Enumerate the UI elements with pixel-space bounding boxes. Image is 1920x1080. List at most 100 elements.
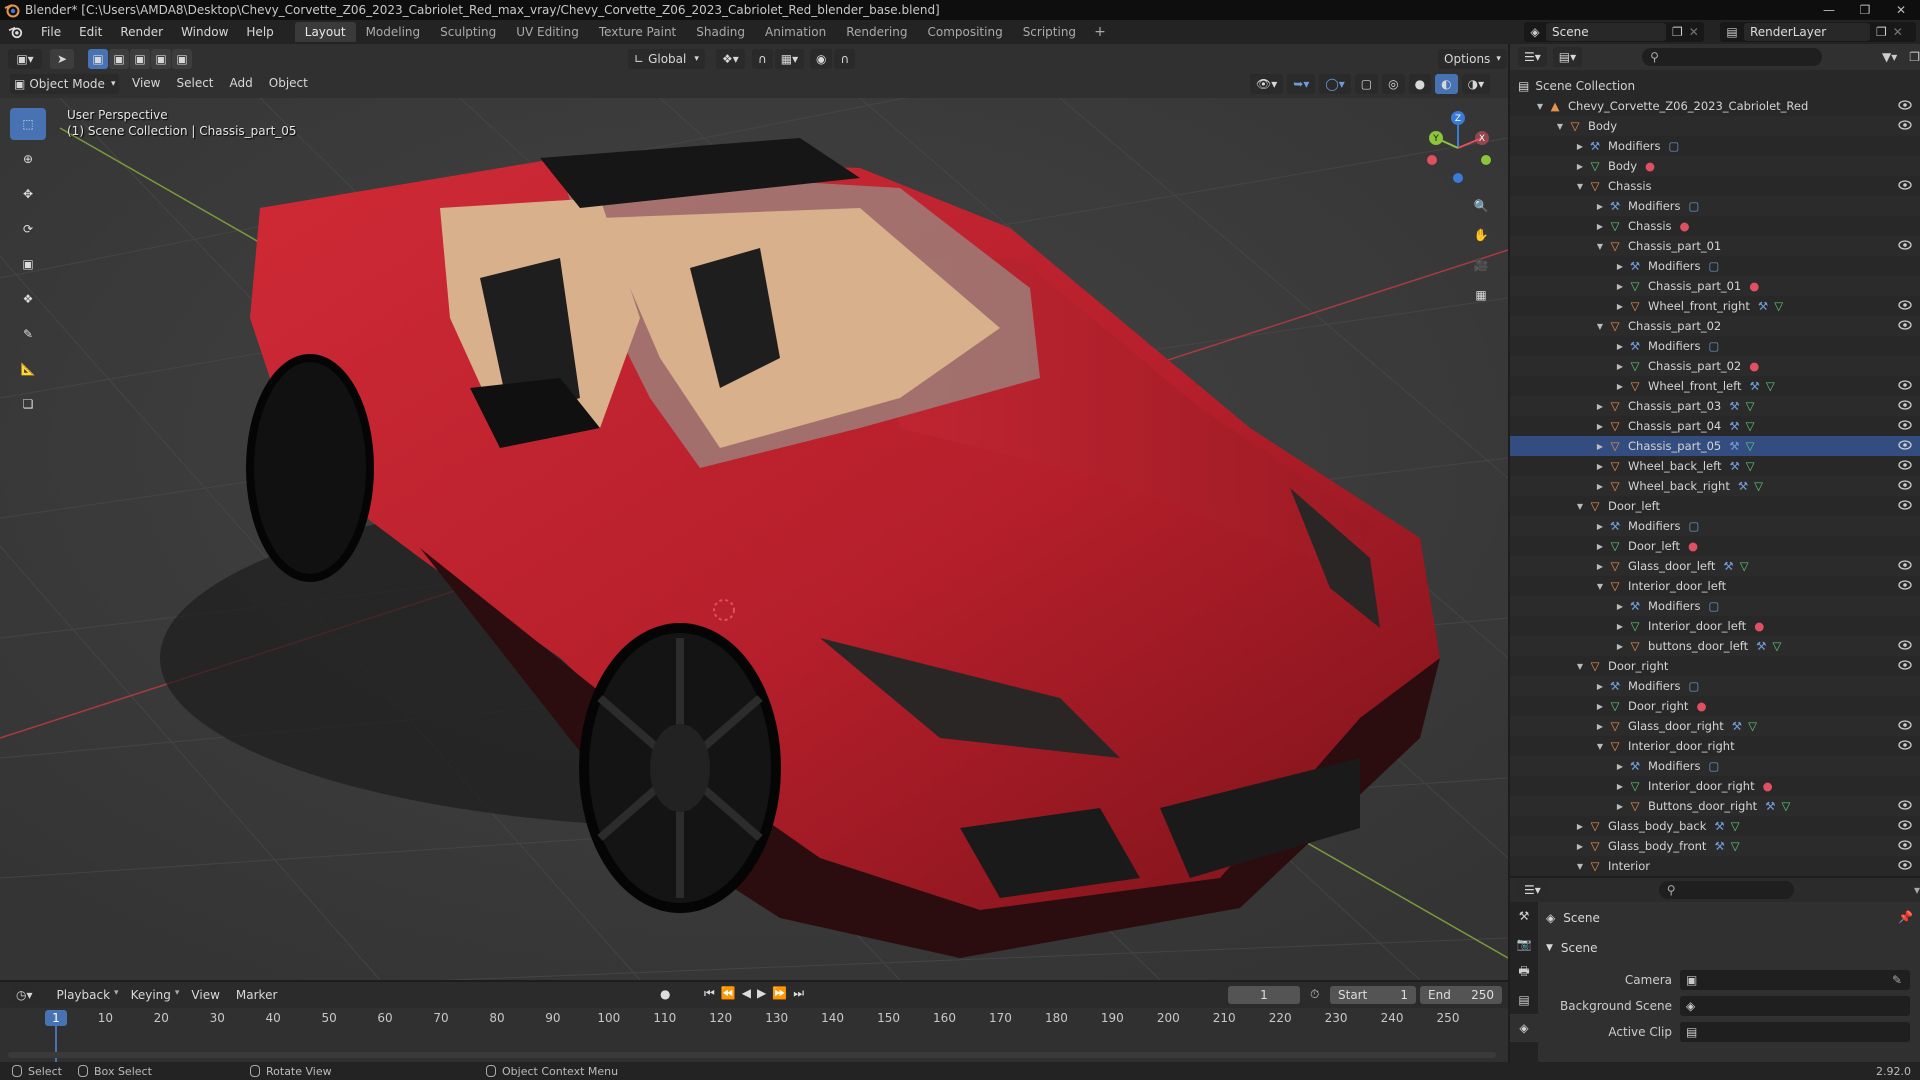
expand-right-icon[interactable]: ▶ <box>1614 362 1626 371</box>
workspace-tab-uv-editing[interactable]: UV Editing <box>506 22 589 42</box>
3d-viewport[interactable]: User Perspective (1) Scene Collection | … <box>0 98 1508 980</box>
mesh-data-icon[interactable]: ▽ <box>1740 559 1749 573</box>
visibility-eye-icon[interactable] <box>1898 459 1912 474</box>
visibility-eye-icon[interactable] <box>1898 119 1912 134</box>
expand-down-icon[interactable]: ▼ <box>1594 322 1606 331</box>
outliner-row[interactable]: ▶ ▽ Chassis_part_05 ⚒ ▽ <box>1510 436 1920 456</box>
viewport-menu-object[interactable]: Object <box>261 76 316 90</box>
select-subtract-icon[interactable]: ▣ <box>130 49 150 69</box>
record-button[interactable]: ● <box>660 987 670 1001</box>
outliner-row[interactable]: ▶ ▽ Door_right ● <box>1510 696 1920 716</box>
expand-right-icon[interactable]: ▶ <box>1614 622 1626 631</box>
wrench-icon[interactable]: ⚒ <box>1758 299 1768 313</box>
outliner-row[interactable]: ▶ ▽ Body ● <box>1510 156 1920 176</box>
add-cube-tool[interactable]: ❏ <box>10 388 46 420</box>
end-frame-field[interactable]: End 250 <box>1420 986 1502 1004</box>
mesh-data-icon[interactable]: ▽ <box>1731 819 1740 833</box>
wrench-icon[interactable]: ⚒ <box>1714 839 1724 853</box>
jump-end-icon[interactable]: ⏭ <box>793 986 804 1001</box>
view-layer-tab[interactable]: ▤ <box>1510 986 1538 1014</box>
select-intersect-icon[interactable]: ▣ <box>172 49 192 69</box>
outliner-row[interactable]: ▶ ▽ buttons_door_left ⚒ ▽ <box>1510 636 1920 656</box>
view-layer-selector[interactable]: ▤ RenderLayer ❐ ✕ <box>1720 22 1916 42</box>
outliner-row[interactable]: ▶ ⚒ Modifiers ▢ <box>1510 756 1920 776</box>
transform-orientation-dropdown[interactable]: ∟ Global ▾ <box>628 48 705 70</box>
outliner-row[interactable]: ▼ ▽ Door_left <box>1510 496 1920 516</box>
maximize-button[interactable]: ❐ <box>1848 0 1882 20</box>
menu-edit[interactable]: Edit <box>70 20 111 44</box>
visibility-eye-icon[interactable] <box>1898 99 1912 114</box>
proportional-editing-toggle[interactable]: ◉ ∩ <box>810 48 856 70</box>
scene-name-field[interactable]: Scene <box>1546 23 1666 41</box>
workspace-tab-shading[interactable]: Shading <box>686 22 755 42</box>
expand-down-icon[interactable]: ▼ <box>1574 502 1586 511</box>
expand-down-icon[interactable]: ▼ <box>1554 122 1566 131</box>
mesh-data-icon[interactable]: ▽ <box>1772 639 1781 653</box>
visibility-eye-icon[interactable] <box>1898 419 1912 434</box>
select-tool-toggle[interactable]: ➤ <box>50 48 74 70</box>
outliner-row[interactable]: ▶ ⚒ Modifiers ▢ <box>1510 516 1920 536</box>
material-icon[interactable]: ● <box>1645 159 1655 173</box>
property-field-active-clip[interactable]: ▤ <box>1680 1022 1910 1042</box>
current-frame-field[interactable]: 1 <box>1228 986 1300 1004</box>
jump-start-icon[interactable]: ⏮ <box>704 986 715 1001</box>
gizmo-toggle-icon[interactable]: ➥▾ <box>1287 74 1316 94</box>
expand-down-icon[interactable]: ▼ <box>1594 582 1606 591</box>
expand-right-icon[interactable]: ▶ <box>1614 602 1626 611</box>
outliner-row[interactable]: ▼ ▽ Chassis_part_02 <box>1510 316 1920 336</box>
mesh-data-icon[interactable]: ▽ <box>1746 419 1755 433</box>
shading-wireframe-icon[interactable]: ◎ <box>1382 74 1405 94</box>
wrench-icon[interactable]: ⚒ <box>1756 639 1766 653</box>
material-icon[interactable]: ● <box>1754 619 1764 633</box>
outliner-row[interactable]: ▶ ▽ Interior_door_left ● <box>1510 616 1920 636</box>
expand-down-icon[interactable]: ▼ <box>1574 662 1586 671</box>
outliner-row[interactable]: ▶ ▽ Wheel_back_right ⚒ ▽ <box>1510 476 1920 496</box>
selection-mode-buttons[interactable]: ▣ ▣ ▣ ▣ ▣ <box>88 48 192 70</box>
modifier-icon[interactable]: ▢ <box>1709 339 1720 353</box>
workspace-tab-scripting[interactable]: Scripting <box>1013 22 1086 42</box>
menu-window[interactable]: Window <box>172 20 237 44</box>
outliner-search-input[interactable]: ⚲ <box>1642 48 1822 66</box>
expand-down-icon[interactable]: ▼ <box>1534 102 1546 111</box>
outliner-row[interactable]: ▼ ▽ Body <box>1510 116 1920 136</box>
mesh-data-icon[interactable]: ▽ <box>1774 299 1783 313</box>
visibility-eye-icon[interactable] <box>1898 299 1912 314</box>
wrench-icon[interactable]: ⚒ <box>1729 459 1739 473</box>
expand-right-icon[interactable]: ▶ <box>1594 462 1606 471</box>
expand-right-icon[interactable]: ▶ <box>1594 202 1606 211</box>
snap-toggle[interactable]: ∩ ▦▾ <box>752 48 805 70</box>
outliner-row[interactable]: ▶ ▽ Buttons_door_right ⚒ ▽ <box>1510 796 1920 816</box>
zoom-button[interactable]: 🔍 <box>1468 193 1494 219</box>
preview-range-toggle[interactable]: ⏱ <box>1310 987 1319 1002</box>
new-scene-icon[interactable]: ❐ <box>1672 25 1683 39</box>
navigation-gizmo[interactable]: Z X Y <box>1420 110 1496 186</box>
properties-search-input[interactable]: ⚲ <box>1658 881 1794 899</box>
mesh-data-icon[interactable]: ▽ <box>1746 459 1755 473</box>
expand-right-icon[interactable]: ▶ <box>1594 562 1606 571</box>
view-layer-name-field[interactable]: RenderLayer <box>1744 23 1870 41</box>
viewport-menu-add[interactable]: Add <box>222 76 261 90</box>
viewport-menu-view[interactable]: View <box>124 76 168 90</box>
expand-right-icon[interactable]: ▶ <box>1594 542 1606 551</box>
ortho-toggle-button[interactable]: ▦ <box>1468 282 1494 308</box>
outliner-row[interactable]: ▼ ▽ Interior_door_right <box>1510 736 1920 756</box>
visibility-eye-icon[interactable] <box>1898 839 1912 854</box>
outliner-row[interactable]: ▶ ⚒ Modifiers ▢ <box>1510 256 1920 276</box>
render-tab[interactable]: 📷 <box>1510 930 1538 958</box>
annotate-tool[interactable]: ✎ <box>10 318 46 350</box>
visibility-eye-icon[interactable] <box>1898 799 1912 814</box>
add-workspace-button[interactable]: + <box>1086 24 1114 40</box>
modifier-icon[interactable]: ▢ <box>1689 519 1700 533</box>
outliner-row[interactable]: ▶ ▽ Chassis_part_01 ● <box>1510 276 1920 296</box>
wrench-icon[interactable]: ⚒ <box>1738 479 1748 493</box>
chevron-down-icon[interactable]: ▾ <box>1914 883 1920 897</box>
pan-button[interactable]: ✋ <box>1468 222 1494 248</box>
snap-target-icon[interactable]: ▦▾ <box>774 49 805 69</box>
properties-editor-type[interactable]: ☰▾ <box>1518 880 1547 900</box>
xray-toggle-icon[interactable]: ▢ <box>1354 74 1379 94</box>
visibility-eye-icon[interactable] <box>1898 559 1912 574</box>
workspace-tab-layout[interactable]: Layout <box>294 22 356 42</box>
visibility-eye-icon[interactable] <box>1898 859 1912 874</box>
timeline-menu-marker[interactable]: Marker <box>228 988 285 1002</box>
eyedropper-icon[interactable]: ✎ <box>1892 973 1902 987</box>
